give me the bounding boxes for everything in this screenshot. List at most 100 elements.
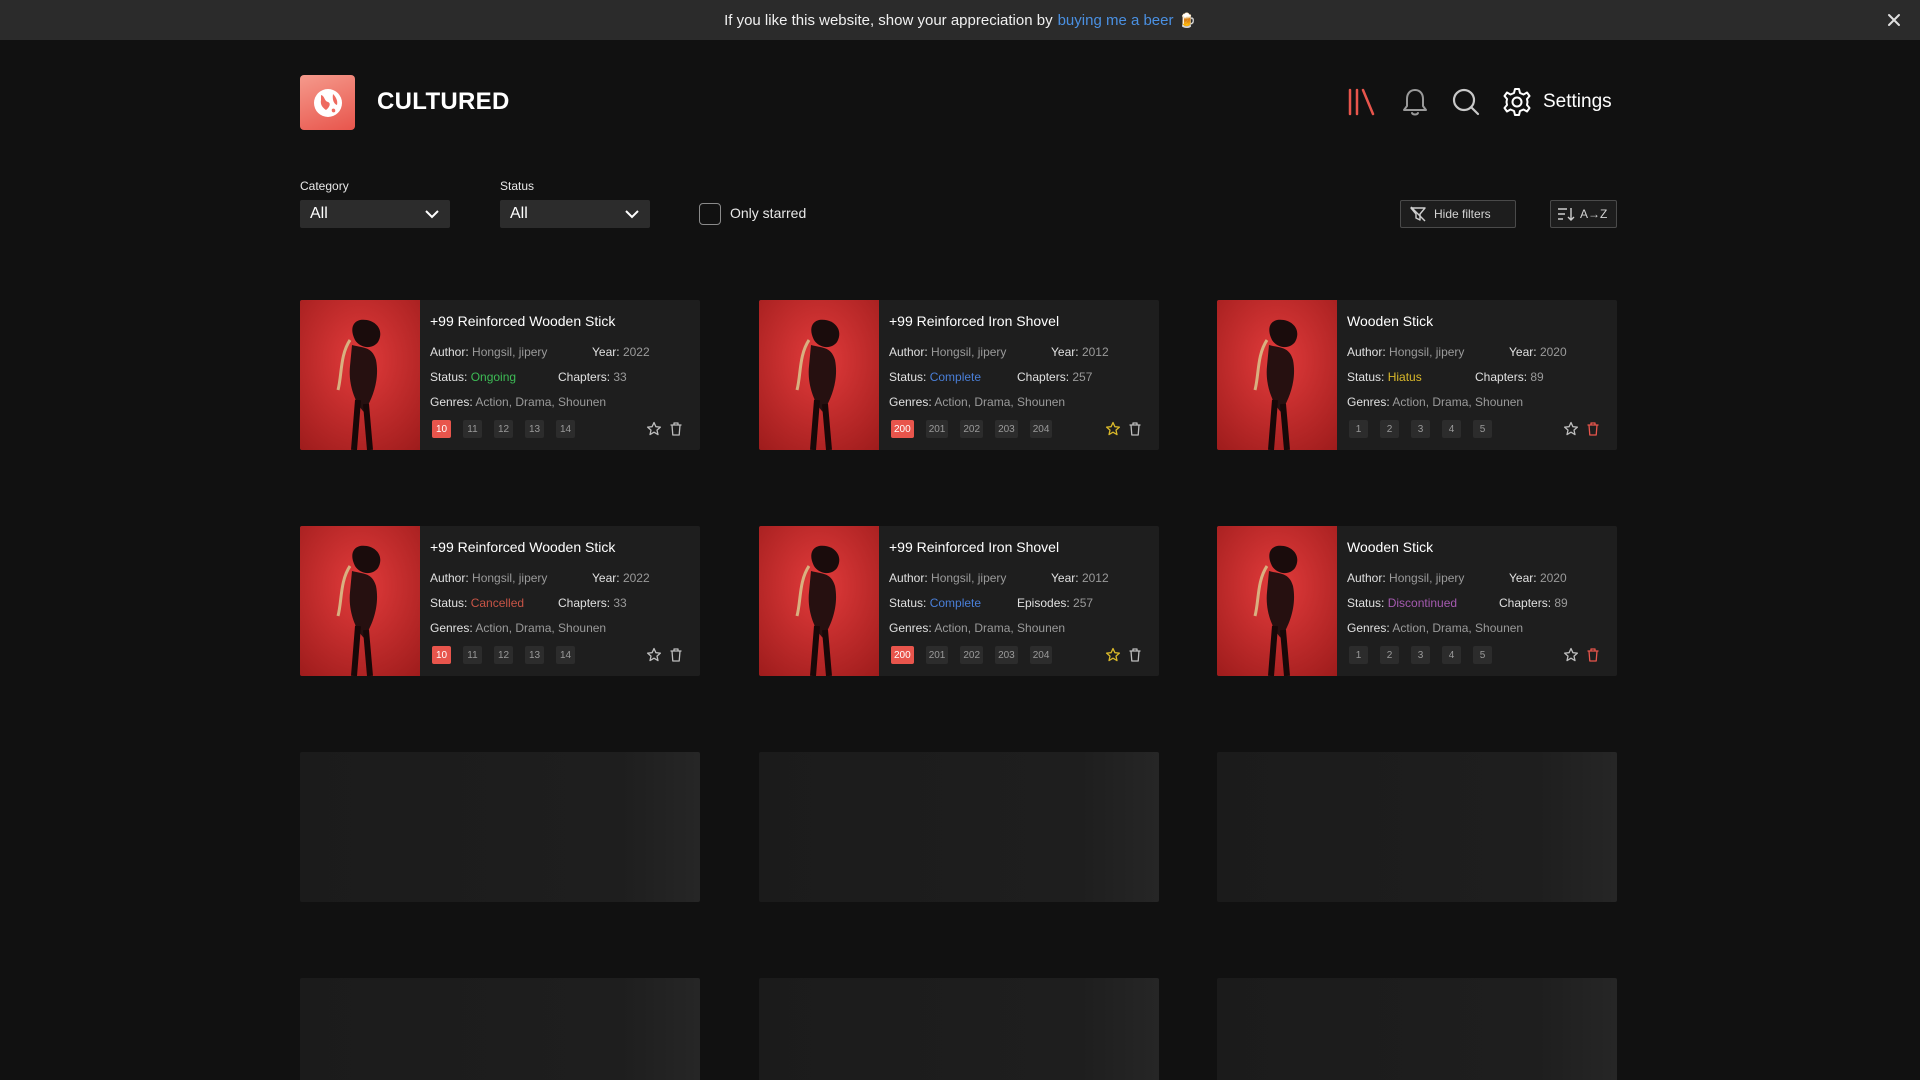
series-title[interactable]: +99 Reinforced Iron Shovel bbox=[889, 313, 1059, 329]
chapter-chip[interactable]: 13 bbox=[525, 646, 544, 664]
chapter-chip[interactable]: 5 bbox=[1473, 420, 1492, 438]
genres-label: Genres: bbox=[1347, 621, 1390, 635]
brand-name: CULTURED bbox=[377, 88, 510, 115]
trash-icon[interactable] bbox=[1127, 421, 1143, 437]
series-card[interactable]: +99 Reinforced Iron Shovel Author: Hongsi… bbox=[759, 526, 1159, 676]
count-label: Chapters: bbox=[558, 370, 611, 384]
genres-label: Genres: bbox=[430, 395, 473, 409]
chapter-chip[interactable]: 1 bbox=[1349, 646, 1368, 664]
genres-value: Action, Drama, Shounen bbox=[475, 621, 607, 635]
banner-text: If you like this website, show your appr… bbox=[724, 11, 1053, 29]
author-row: Author: Hongsil, jipery bbox=[1347, 345, 1464, 359]
settings-gear-icon[interactable] bbox=[1501, 86, 1533, 118]
chapter-chip[interactable]: 2 bbox=[1380, 420, 1399, 438]
trash-icon[interactable] bbox=[668, 421, 684, 437]
chapter-chip[interactable]: 12 bbox=[494, 420, 513, 438]
chapter-chip[interactable]: 200 bbox=[891, 646, 914, 664]
status-row: Status: Ongoing bbox=[430, 370, 516, 384]
series-title[interactable]: Wooden Stick bbox=[1347, 313, 1433, 329]
series-card[interactable]: +99 Reinforced Wooden Stick Author: Hongs… bbox=[300, 300, 700, 450]
series-card[interactable]: +99 Reinforced Iron Shovel Author: Hongsi… bbox=[759, 300, 1159, 450]
chapter-chip[interactable]: 1 bbox=[1349, 420, 1368, 438]
category-label: Category bbox=[300, 179, 349, 193]
chapter-chip[interactable]: 10 bbox=[432, 646, 451, 664]
count-row: Chapters: 33 bbox=[558, 596, 627, 610]
settings-link[interactable]: Settings bbox=[1543, 91, 1612, 113]
chapter-chip[interactable]: 3 bbox=[1411, 420, 1430, 438]
only-starred-checkbox[interactable] bbox=[699, 203, 721, 225]
series-title[interactable]: +99 Reinforced Iron Shovel bbox=[889, 539, 1059, 555]
chapter-chip[interactable]: 10 bbox=[432, 420, 451, 438]
cover-image[interactable] bbox=[300, 526, 420, 676]
status-select[interactable]: All bbox=[500, 200, 650, 228]
cover-image[interactable] bbox=[300, 300, 420, 450]
series-card[interactable]: Wooden Stick Author: Hongsil, jipery Year:… bbox=[1217, 526, 1617, 676]
chapter-chip[interactable]: 4 bbox=[1442, 420, 1461, 438]
author-value: Hongsil, jipery bbox=[931, 345, 1007, 359]
buy-beer-link[interactable]: buying me a beer bbox=[1058, 12, 1174, 29]
status-value: Discontinued bbox=[1387, 596, 1458, 610]
chapter-chip[interactable]: 13 bbox=[525, 420, 544, 438]
series-card[interactable]: Wooden Stick Author: Hongsil, jipery Year:… bbox=[1217, 300, 1617, 450]
trash-icon[interactable] bbox=[1585, 647, 1601, 663]
notifications-bell-icon[interactable] bbox=[1399, 86, 1431, 118]
chapter-chip[interactable]: 11 bbox=[463, 646, 482, 664]
chapter-chip[interactable]: 203 bbox=[995, 646, 1018, 664]
hide-filters-button[interactable]: Hide filters bbox=[1400, 200, 1516, 228]
count-row: Chapters: 33 bbox=[558, 370, 627, 384]
star-icon[interactable] bbox=[1105, 421, 1121, 437]
chapter-chip[interactable]: 202 bbox=[960, 646, 984, 664]
trash-icon[interactable] bbox=[1585, 421, 1601, 437]
chapter-chip[interactable]: 2 bbox=[1380, 646, 1399, 664]
chapter-chip[interactable]: 201 bbox=[925, 420, 949, 438]
chapter-chip[interactable]: 14 bbox=[556, 420, 575, 438]
chapter-chip[interactable]: 201 bbox=[925, 646, 949, 664]
star-icon[interactable] bbox=[1105, 647, 1121, 663]
series-card[interactable]: +99 Reinforced Wooden Stick Author: Hongs… bbox=[300, 526, 700, 676]
close-icon[interactable] bbox=[1884, 10, 1904, 30]
cover-image[interactable] bbox=[759, 526, 879, 676]
chapter-chip[interactable]: 3 bbox=[1411, 646, 1430, 664]
count-value: 89 bbox=[1554, 596, 1568, 610]
author-value: Hongsil, jipery bbox=[1389, 345, 1465, 359]
app-logo[interactable] bbox=[300, 75, 355, 130]
year-row: Year: 2022 bbox=[592, 571, 650, 585]
chapter-chip[interactable]: 204 bbox=[1029, 420, 1053, 438]
chapter-chip[interactable]: 4 bbox=[1442, 646, 1461, 664]
trash-icon[interactable] bbox=[668, 647, 684, 663]
genres-label: Genres: bbox=[889, 621, 932, 635]
search-icon[interactable] bbox=[1450, 86, 1482, 118]
status-value: Complete bbox=[929, 370, 982, 384]
cover-image[interactable] bbox=[1217, 526, 1337, 676]
library-icon[interactable] bbox=[1346, 86, 1378, 118]
star-icon[interactable] bbox=[646, 421, 662, 437]
genres-value: Action, Drama, Shounen bbox=[934, 621, 1066, 635]
series-title[interactable]: +99 Reinforced Wooden Stick bbox=[430, 313, 615, 329]
category-select[interactable]: All bbox=[300, 200, 450, 228]
count-label: Episodes: bbox=[1017, 596, 1070, 610]
chapter-chip[interactable]: 12 bbox=[494, 646, 513, 664]
appreciation-banner: If you like this website, show your appr… bbox=[0, 0, 1920, 40]
chapter-chip[interactable]: 204 bbox=[1029, 646, 1053, 664]
chapter-chip[interactable]: 200 bbox=[891, 420, 914, 438]
chapter-chip[interactable]: 14 bbox=[556, 646, 575, 664]
chapter-chip[interactable]: 203 bbox=[995, 420, 1018, 438]
count-row: Chapters: 257 bbox=[1017, 370, 1092, 384]
star-icon[interactable] bbox=[1563, 421, 1579, 437]
cover-image[interactable] bbox=[1217, 300, 1337, 450]
cover-image[interactable] bbox=[759, 300, 879, 450]
trash-icon[interactable] bbox=[1127, 647, 1143, 663]
chapter-chip[interactable]: 11 bbox=[463, 420, 482, 438]
year-row: Year: 2012 bbox=[1051, 571, 1109, 585]
sort-button[interactable]: A→Z bbox=[1550, 200, 1617, 228]
series-title[interactable]: +99 Reinforced Wooden Stick bbox=[430, 539, 615, 555]
star-icon[interactable] bbox=[1563, 647, 1579, 663]
author-value: Hongsil, jipery bbox=[472, 571, 548, 585]
status-label: Status: bbox=[430, 596, 468, 610]
star-icon[interactable] bbox=[646, 647, 662, 663]
chapter-chip[interactable]: 202 bbox=[960, 420, 984, 438]
series-title[interactable]: Wooden Stick bbox=[1347, 539, 1433, 555]
chevron-down-icon bbox=[625, 210, 639, 219]
chapter-chip[interactable]: 5 bbox=[1473, 646, 1492, 664]
count-value: 257 bbox=[1073, 596, 1094, 610]
